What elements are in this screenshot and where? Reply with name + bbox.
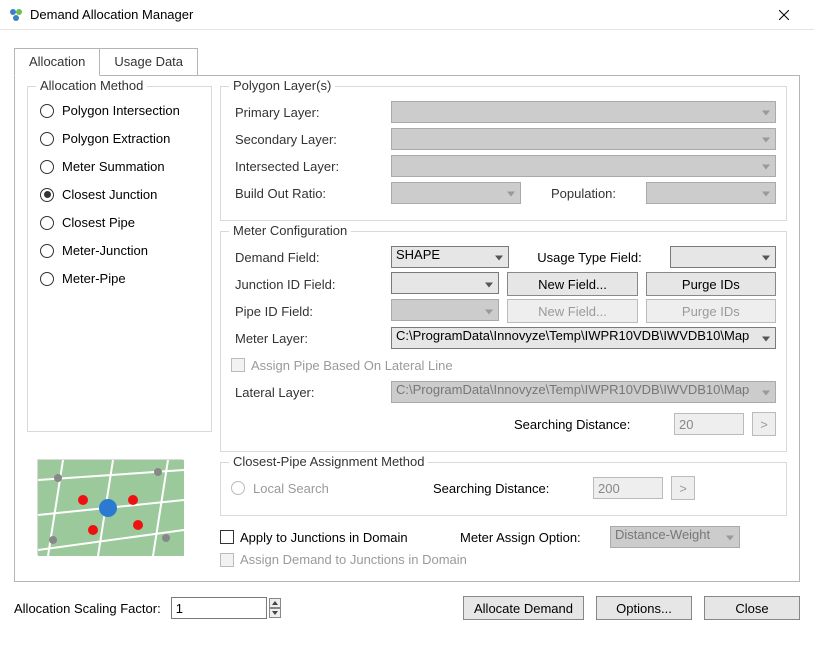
- secondary-layer-label: Secondary Layer:: [231, 132, 391, 147]
- alloc-method-closest-junction[interactable]: Closest Junction: [40, 187, 201, 202]
- meter-searching-distance-label: Searching Distance:: [514, 417, 674, 432]
- junction-id-label: Junction ID Field:: [231, 277, 391, 292]
- junction-id-select[interactable]: [391, 272, 499, 294]
- pipe-id-label: Pipe ID Field:: [231, 304, 391, 319]
- polygon-layers-legend: Polygon Layer(s): [229, 78, 335, 93]
- meter-config-group: Meter Configuration Demand Field: SHAPE …: [220, 231, 787, 452]
- tab-body-allocation: Allocation Method Polygon Intersection Po…: [14, 75, 800, 582]
- scaling-factor-spin-down[interactable]: [269, 608, 281, 618]
- app-icon: [8, 7, 24, 23]
- alloc-method-meter-junction[interactable]: Meter-Junction: [40, 243, 201, 258]
- scaling-factor-label: Allocation Scaling Factor:: [14, 601, 161, 616]
- demand-field-label: Demand Field:: [231, 250, 391, 265]
- secondary-layer-select: [391, 128, 776, 150]
- radio-icon: [40, 104, 54, 118]
- radio-icon: [40, 216, 54, 230]
- radio-icon: [40, 272, 54, 286]
- population-label: Population:: [521, 186, 646, 201]
- closest-pipe-searching-distance-label: Searching Distance:: [433, 481, 593, 496]
- usage-type-label: Usage Type Field:: [509, 250, 670, 265]
- alloc-method-polygon-intersection[interactable]: Polygon Intersection: [40, 103, 201, 118]
- tab-usage-data[interactable]: Usage Data: [99, 48, 198, 76]
- allocation-method-group: Allocation Method Polygon IntersectionPo…: [27, 86, 212, 432]
- intersected-layer-select: [391, 155, 776, 177]
- demand-field-select[interactable]: SHAPE: [391, 246, 509, 268]
- pipe-new-field-button: New Field...: [507, 299, 637, 323]
- radio-label: Closest Junction: [62, 187, 157, 202]
- alloc-method-closest-pipe[interactable]: Closest Pipe: [40, 215, 201, 230]
- radio-icon: [40, 132, 54, 146]
- allocate-demand-button[interactable]: Allocate Demand: [463, 596, 584, 620]
- pipe-purge-ids-button: Purge IDs: [646, 299, 776, 323]
- apply-junctions-checkbox[interactable]: [220, 530, 234, 544]
- junction-new-field-button[interactable]: New Field...: [507, 272, 637, 296]
- meter-layer-label: Meter Layer:: [231, 331, 391, 346]
- buildout-ratio-label: Build Out Ratio:: [231, 186, 391, 201]
- assign-lateral-checkbox: [231, 358, 245, 372]
- radio-label: Meter-Pipe: [62, 271, 126, 286]
- local-search-label: Local Search: [253, 481, 433, 496]
- buildout-ratio-select: [391, 182, 521, 204]
- close-icon: [779, 10, 789, 20]
- alloc-method-polygon-extraction[interactable]: Polygon Extraction: [40, 131, 201, 146]
- radio-label: Meter Summation: [62, 159, 165, 174]
- allocation-preview-image: [37, 459, 183, 555]
- meter-assign-option-label: Meter Assign Option:: [460, 530, 610, 545]
- assign-demand-checkbox: [220, 553, 234, 567]
- polygon-layers-group: Polygon Layer(s) Primary Layer: Secondar…: [220, 86, 787, 221]
- apply-junctions-label: Apply to Junctions in Domain: [240, 530, 460, 545]
- scaling-factor-spin-up[interactable]: [269, 598, 281, 608]
- primary-layer-select: [391, 101, 776, 123]
- alloc-method-meter-summation[interactable]: Meter Summation: [40, 159, 201, 174]
- meter-searching-distance-pick-button: >: [752, 412, 776, 436]
- tab-strip: Allocation Usage Data: [14, 48, 800, 76]
- closest-pipe-searching-distance-pick-button: >: [671, 476, 695, 500]
- lateral-layer-label: Lateral Layer:: [231, 385, 391, 400]
- pipe-id-select: [391, 299, 499, 321]
- closest-pipe-searching-distance-input: [593, 477, 663, 499]
- window-close-button[interactable]: [762, 0, 806, 30]
- meter-layer-select[interactable]: C:\ProgramData\Innovyze\Temp\IWPR10VDB\I…: [391, 327, 776, 349]
- closest-pipe-legend: Closest-Pipe Assignment Method: [229, 454, 428, 469]
- primary-layer-label: Primary Layer:: [231, 105, 391, 120]
- tab-allocation[interactable]: Allocation: [14, 48, 100, 76]
- close-button[interactable]: Close: [704, 596, 800, 620]
- meter-config-legend: Meter Configuration: [229, 223, 351, 238]
- meter-assign-option-select: Distance-Weight: [610, 526, 740, 548]
- radio-icon: [40, 244, 54, 258]
- radio-label: Polygon Extraction: [62, 131, 170, 146]
- options-button[interactable]: Options...: [596, 596, 692, 620]
- meter-searching-distance-input: [674, 413, 744, 435]
- window-title: Demand Allocation Manager: [30, 7, 762, 22]
- radio-icon: [40, 188, 54, 202]
- usage-type-select[interactable]: [670, 246, 776, 268]
- lateral-layer-select: C:\ProgramData\Innovyze\Temp\IWPR10VDB\I…: [391, 381, 776, 403]
- radio-label: Closest Pipe: [62, 215, 135, 230]
- population-select: [646, 182, 776, 204]
- allocation-method-legend: Allocation Method: [36, 78, 147, 93]
- assign-demand-label: Assign Demand to Junctions in Domain: [240, 552, 467, 567]
- alloc-method-meter-pipe[interactable]: Meter-Pipe: [40, 271, 201, 286]
- scaling-factor-input[interactable]: [171, 597, 267, 619]
- radio-icon: [40, 160, 54, 174]
- closest-pipe-group: Closest-Pipe Assignment Method Local Sea…: [220, 462, 787, 516]
- radio-label: Polygon Intersection: [62, 103, 180, 118]
- title-bar: Demand Allocation Manager: [0, 0, 814, 30]
- assign-lateral-label: Assign Pipe Based On Lateral Line: [251, 358, 453, 373]
- local-search-radio: [231, 481, 245, 495]
- intersected-layer-label: Intersected Layer:: [231, 159, 391, 174]
- junction-purge-ids-button[interactable]: Purge IDs: [646, 272, 776, 296]
- radio-label: Meter-Junction: [62, 243, 148, 258]
